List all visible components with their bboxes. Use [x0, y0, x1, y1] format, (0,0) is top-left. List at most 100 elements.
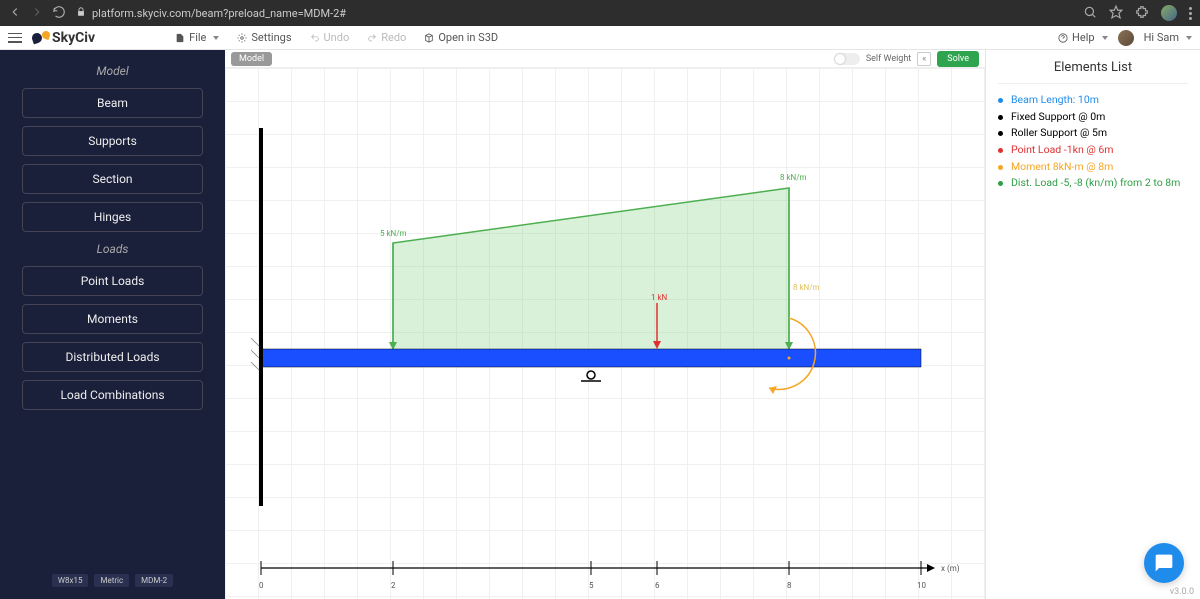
bullet-icon — [998, 115, 1003, 120]
settings-menu[interactable]: Settings — [237, 31, 291, 44]
lock-icon — [76, 7, 86, 20]
dist-start-label: 5 kN/m — [380, 229, 407, 238]
url-text: platform.skyciv.com/beam?preload_name=MD… — [92, 7, 346, 20]
solve-button[interactable]: Solve — [937, 51, 979, 67]
user-menu[interactable]: Hi Sam — [1144, 31, 1192, 44]
bullet-icon — [998, 165, 1003, 170]
sidebar-point-loads-button[interactable]: Point Loads — [22, 266, 203, 296]
dist-end-label2: 8 kN/m — [793, 283, 820, 292]
element-text: Dist. Load -5, -8 (kn/m) from 2 to 8m — [1011, 176, 1180, 191]
sidebar: Model Beam Supports Section Hinges Loads… — [0, 50, 225, 599]
browser-menu-icon[interactable] — [1189, 7, 1192, 20]
forward-icon[interactable] — [30, 5, 44, 22]
element-list-item[interactable]: Beam Length: 10m — [998, 92, 1188, 109]
tick-5: 5 — [589, 581, 594, 590]
elements-list: Beam Length: 10m Fixed Support @ 0mRoller… — [998, 92, 1188, 192]
tick-2: 2 — [391, 581, 396, 590]
gear-icon — [237, 33, 247, 43]
roller-support[interactable] — [581, 371, 601, 381]
section-chip[interactable]: W8x15 — [52, 574, 89, 587]
element-list-item[interactable]: Moment 8kN-m @ 8m — [998, 159, 1188, 176]
dist-end-label: 8 kN/m — [780, 173, 807, 182]
sidebar-header-model: Model — [0, 58, 225, 84]
help-menu[interactable]: Help — [1058, 31, 1108, 44]
app-toolbar: SkyCiv File Settings Undo Redo Open in S… — [0, 26, 1200, 50]
url-bar[interactable]: platform.skyciv.com/beam?preload_name=MD… — [76, 7, 1073, 20]
element-list-item[interactable]: Dist. Load -5, -8 (kn/m) from 2 to 8m — [998, 175, 1188, 192]
user-avatar[interactable] — [1118, 30, 1134, 46]
tick-8: 8 — [787, 581, 792, 590]
profile-avatar[interactable] — [1161, 5, 1177, 21]
undo-button[interactable]: Undo — [310, 31, 350, 44]
chat-button[interactable] — [1144, 543, 1184, 583]
sidebar-hinges-button[interactable]: Hinges — [22, 202, 203, 232]
element-text: Moment 8kN-m @ 8m — [1011, 160, 1113, 175]
element-text: Roller Support @ 5m — [1011, 126, 1107, 141]
model-chip[interactable]: MDM-2 — [135, 574, 173, 587]
bullet-icon — [998, 148, 1003, 153]
tab-model[interactable]: Model — [231, 52, 272, 66]
element-list-item[interactable]: Point Load -1kn @ 6m — [998, 142, 1188, 159]
chevron-down-icon — [213, 36, 219, 40]
app-bar-right: Help Hi Sam — [1058, 30, 1192, 46]
sidebar-supports-button[interactable]: Supports — [22, 126, 203, 156]
cube-icon — [424, 33, 434, 43]
x-axis-label: x (m) — [941, 564, 960, 573]
dist-load-shape — [393, 188, 789, 350]
browser-chrome: platform.skyciv.com/beam?preload_name=MD… — [0, 0, 1200, 26]
help-icon — [1058, 33, 1068, 43]
sidebar-load-combos-button[interactable]: Load Combinations — [22, 380, 203, 410]
browser-right — [1083, 5, 1192, 22]
sidebar-header-loads: Loads — [0, 236, 225, 262]
sidebar-beam-button[interactable]: Beam — [22, 88, 203, 118]
expand-right-button[interactable]: « — [917, 52, 931, 66]
element-list-item[interactable]: Fixed Support @ 0m — [998, 109, 1188, 126]
beam-diagram[interactable]: 5 kN/m 8 kN/m 8 kN/m 1 kN — [225, 68, 985, 599]
elements-panel: Elements List Beam Length: 10m Fixed Supp… — [985, 50, 1200, 599]
chat-icon — [1154, 553, 1174, 573]
back-icon[interactable] — [8, 5, 22, 22]
chevron-down-icon — [1186, 36, 1192, 40]
logo-mark — [32, 31, 50, 45]
sidebar-section-button[interactable]: Section — [22, 164, 203, 194]
canvas-area: Model Self Weight « Solve 5 kN/m 8 kN/m … — [225, 50, 985, 599]
sidebar-footer: W8x15 Metric MDM-2 — [0, 570, 225, 591]
redo-icon — [367, 33, 377, 43]
bullet-icon — [998, 181, 1003, 186]
sidebar-dist-loads-button[interactable]: Distributed Loads — [22, 342, 203, 372]
hamburger-icon[interactable] — [8, 33, 22, 43]
beam-element[interactable] — [261, 349, 921, 367]
brand-logo[interactable]: SkyCiv — [32, 30, 95, 46]
tick-0: 0 — [259, 581, 264, 590]
chevron-down-icon — [1102, 36, 1108, 40]
element-text: Beam Length: 10m — [1011, 93, 1099, 108]
bullet-icon — [998, 98, 1003, 103]
units-chip[interactable]: Metric — [94, 574, 129, 587]
tick-6: 6 — [655, 581, 660, 590]
bullet-icon — [998, 131, 1003, 136]
element-list-item[interactable]: Roller Support @ 5m — [998, 125, 1188, 142]
extensions-icon[interactable] — [1135, 5, 1149, 22]
elements-title: Elements List — [998, 60, 1188, 84]
tick-10: 10 — [917, 581, 926, 590]
point-load-label: 1 kN — [651, 293, 668, 302]
sidebar-moments-button[interactable]: Moments — [22, 304, 203, 334]
search-page-icon[interactable] — [1083, 5, 1097, 22]
self-weight-toggle[interactable] — [834, 53, 860, 65]
browser-nav — [8, 5, 66, 22]
undo-icon — [310, 33, 320, 43]
app-menu: File Settings Undo Redo Open in S3D — [175, 31, 498, 44]
canvas-toolbar: Model Self Weight « Solve — [225, 50, 985, 68]
redo-button[interactable]: Redo — [367, 31, 406, 44]
brand-name: SkyCiv — [52, 30, 95, 46]
element-text: Point Load -1kn @ 6m — [1011, 143, 1114, 158]
version-label: v3.0.0 — [1170, 587, 1194, 597]
main-layout: Model Beam Supports Section Hinges Loads… — [0, 50, 1200, 599]
open-s3d-button[interactable]: Open in S3D — [424, 31, 498, 44]
element-text: Fixed Support @ 0m — [1011, 110, 1105, 125]
file-icon — [175, 33, 185, 43]
star-icon[interactable] — [1109, 5, 1123, 22]
file-menu[interactable]: File — [175, 31, 219, 44]
reload-icon[interactable] — [52, 5, 66, 22]
fixed-support-hatch — [251, 338, 259, 370]
